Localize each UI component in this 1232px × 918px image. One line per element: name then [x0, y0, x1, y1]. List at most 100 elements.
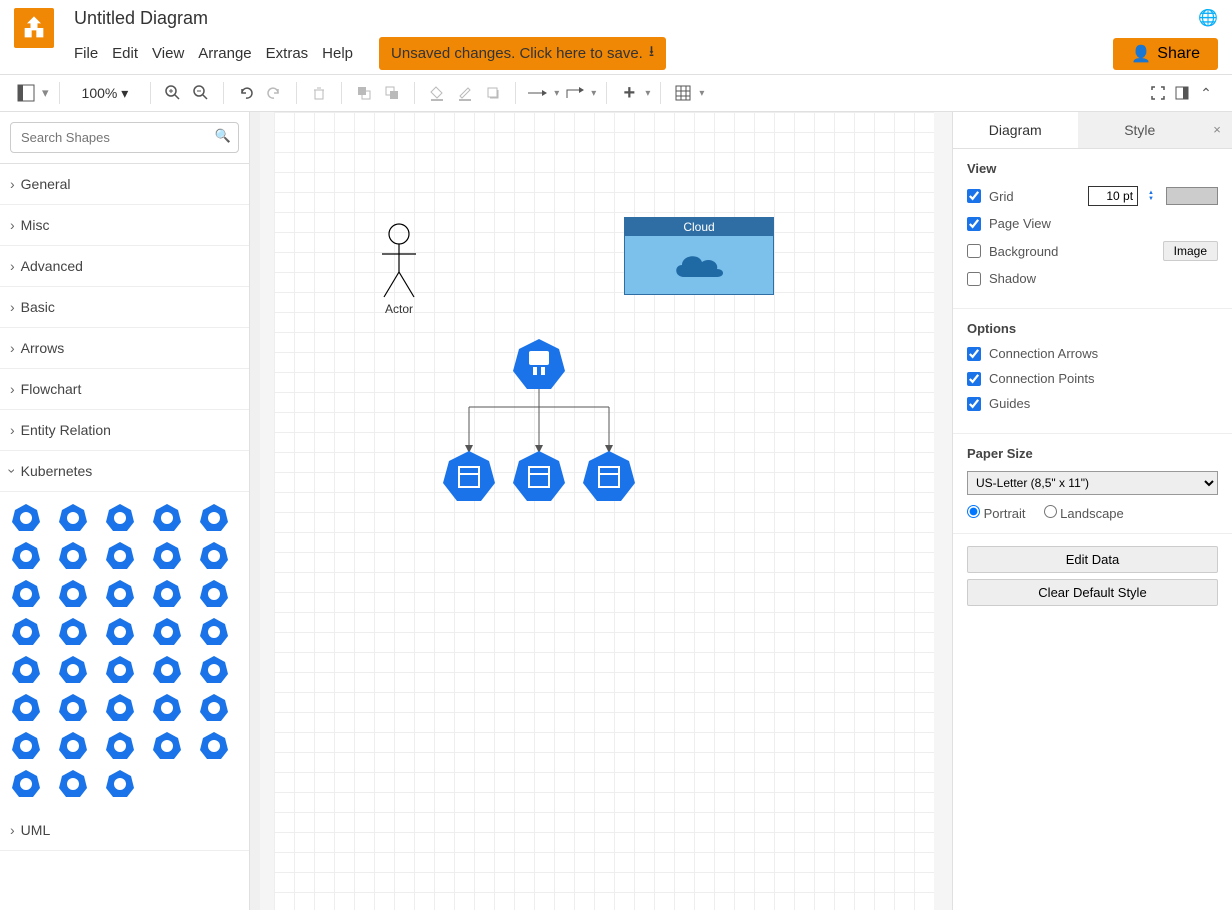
k8s-shape-item[interactable] [57, 502, 89, 534]
k8s-child-2-icon[interactable] [513, 451, 565, 501]
language-icon[interactable]: 🌐 [1198, 8, 1218, 28]
search-shapes-input[interactable] [10, 122, 239, 153]
k8s-shape-item[interactable] [10, 578, 42, 610]
canvas[interactable]: Actor Cloud [260, 112, 952, 910]
to-front-button[interactable] [352, 81, 376, 105]
k8s-shape-item[interactable] [151, 502, 183, 534]
share-button[interactable]: 👤 Share [1113, 38, 1218, 70]
shape-cloud-container[interactable]: Cloud [624, 217, 774, 295]
k8s-shape-item[interactable] [57, 768, 89, 800]
k8s-root-icon[interactable] [513, 339, 565, 389]
zoom-in-button[interactable] [161, 81, 185, 105]
sidebar-scrollbar[interactable] [250, 112, 260, 910]
k8s-shape-item[interactable] [10, 692, 42, 724]
group-general[interactable]: General [0, 164, 249, 205]
shape-k8s-tree[interactable] [429, 337, 649, 507]
guides-checkbox[interactable] [967, 397, 981, 411]
k8s-shape-item[interactable] [10, 654, 42, 686]
dropdown-caret-icon[interactable]: ▾ [42, 85, 49, 101]
k8s-shape-item[interactable] [104, 730, 136, 762]
shadow-button[interactable] [481, 81, 505, 105]
zoom-out-button[interactable] [189, 81, 213, 105]
panel-close-icon[interactable]: × [1202, 112, 1232, 148]
menu-extras[interactable]: Extras [266, 45, 309, 62]
group-misc[interactable]: Misc [0, 205, 249, 246]
k8s-shape-item[interactable] [151, 692, 183, 724]
k8s-shape-item[interactable] [104, 616, 136, 648]
shape-actor[interactable]: Actor [374, 222, 424, 316]
k8s-shape-item[interactable] [151, 730, 183, 762]
paper-size-select[interactable]: US-Letter (8,5" x 11") [967, 471, 1218, 495]
fill-color-button[interactable] [425, 81, 449, 105]
zoom-dropdown[interactable]: 100% ▾ [78, 83, 133, 104]
dropdown-caret-icon[interactable]: ▾ [699, 88, 704, 99]
k8s-shape-item[interactable] [57, 654, 89, 686]
tab-style[interactable]: Style [1078, 112, 1203, 148]
k8s-shape-item[interactable] [57, 540, 89, 572]
k8s-shape-item[interactable] [151, 578, 183, 610]
k8s-shape-item[interactable] [10, 616, 42, 648]
k8s-shape-item[interactable] [104, 768, 136, 800]
k8s-shape-item[interactable] [10, 730, 42, 762]
k8s-shape-item[interactable] [104, 540, 136, 572]
document-title[interactable]: Untitled Diagram [74, 8, 1113, 29]
grid-size-input[interactable] [1088, 186, 1138, 206]
dropdown-caret-icon[interactable]: ▾ [645, 88, 650, 99]
dropdown-caret-icon[interactable]: ▾ [591, 88, 596, 99]
connection-points-checkbox[interactable] [967, 372, 981, 386]
connection-style-button[interactable] [526, 81, 550, 105]
k8s-shape-item[interactable] [57, 616, 89, 648]
group-arrows[interactable]: Arrows [0, 328, 249, 369]
menu-file[interactable]: File [74, 45, 98, 62]
clear-default-style-button[interactable]: Clear Default Style [967, 579, 1218, 606]
grid-color-swatch[interactable] [1166, 187, 1218, 205]
k8s-child-1-icon[interactable] [443, 451, 495, 501]
k8s-shape-item[interactable] [151, 540, 183, 572]
edit-data-button[interactable]: Edit Data [967, 546, 1218, 573]
shadow-checkbox[interactable] [967, 272, 981, 286]
to-back-button[interactable] [380, 81, 404, 105]
insert-button[interactable]: + [617, 81, 641, 105]
line-color-button[interactable] [453, 81, 477, 105]
menu-arrange[interactable]: Arrange [198, 45, 251, 62]
menu-view[interactable]: View [152, 45, 184, 62]
k8s-shape-item[interactable] [10, 540, 42, 572]
group-kubernetes[interactable]: Kubernetes [0, 451, 249, 492]
connection-arrows-checkbox[interactable] [967, 347, 981, 361]
grid-size-stepper[interactable]: ▲▼ [1148, 190, 1154, 202]
group-basic[interactable]: Basic [0, 287, 249, 328]
k8s-shape-item[interactable] [151, 654, 183, 686]
k8s-shape-item[interactable] [198, 730, 230, 762]
k8s-shape-item[interactable] [104, 692, 136, 724]
k8s-shape-item[interactable] [10, 768, 42, 800]
k8s-shape-item[interactable] [198, 692, 230, 724]
k8s-shape-item[interactable] [57, 578, 89, 610]
unsaved-banner[interactable]: Unsaved changes. Click here to save. ⭳ [379, 37, 666, 70]
k8s-shape-item[interactable] [104, 578, 136, 610]
k8s-shape-item[interactable] [57, 730, 89, 762]
k8s-shape-item[interactable] [10, 502, 42, 534]
tab-diagram[interactable]: Diagram [953, 112, 1078, 148]
dropdown-caret-icon[interactable]: ▾ [554, 88, 559, 99]
image-button[interactable]: Image [1163, 241, 1218, 261]
app-logo[interactable] [14, 8, 54, 48]
k8s-shape-item[interactable] [198, 540, 230, 572]
k8s-child-3-icon[interactable] [583, 451, 635, 501]
waypoint-style-button[interactable] [563, 81, 587, 105]
group-entity-relation[interactable]: Entity Relation [0, 410, 249, 451]
redo-button[interactable] [262, 81, 286, 105]
portrait-radio[interactable] [967, 505, 980, 518]
fullscreen-button[interactable] [1146, 81, 1170, 105]
k8s-shape-item[interactable] [198, 616, 230, 648]
k8s-shape-item[interactable] [198, 502, 230, 534]
grid-checkbox[interactable] [967, 189, 981, 203]
delete-button[interactable] [307, 81, 331, 105]
k8s-shape-item[interactable] [198, 654, 230, 686]
pageview-checkbox[interactable] [967, 217, 981, 231]
k8s-shape-item[interactable] [198, 578, 230, 610]
group-uml[interactable]: UML [0, 810, 249, 851]
landscape-radio[interactable] [1044, 505, 1057, 518]
undo-button[interactable] [234, 81, 258, 105]
k8s-shape-item[interactable] [151, 616, 183, 648]
format-panel-toggle[interactable] [1170, 81, 1194, 105]
